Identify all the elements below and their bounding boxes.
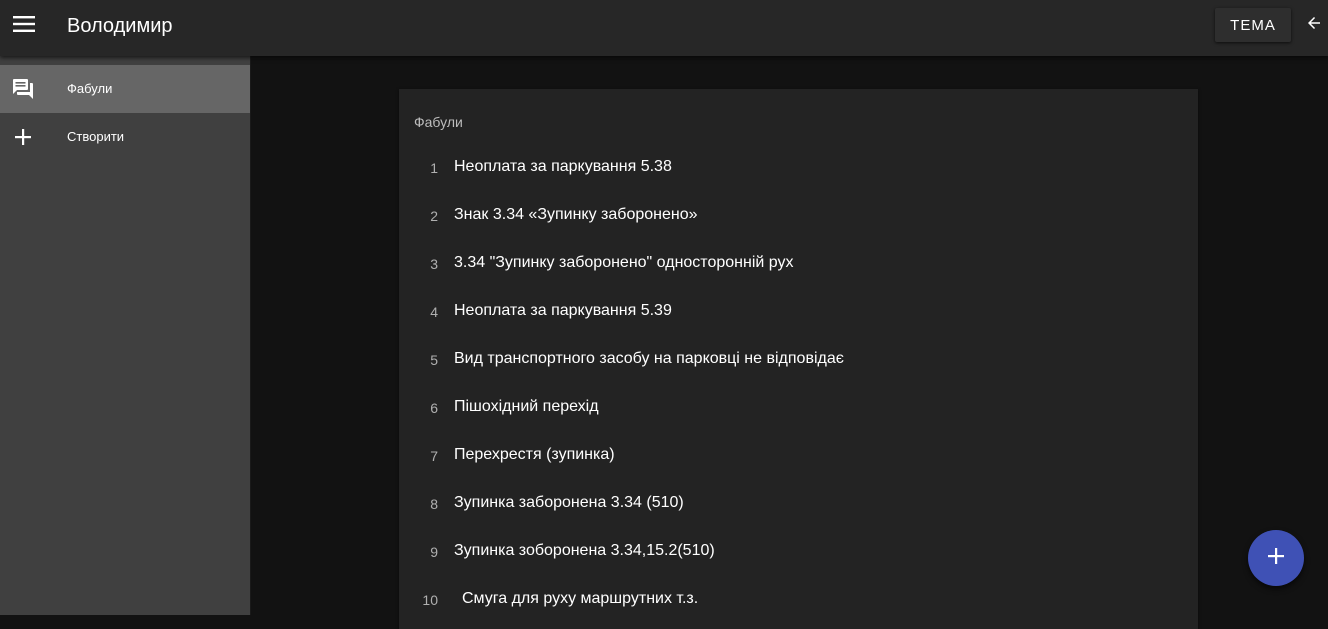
arrow-left-icon <box>1305 14 1323 37</box>
item-text: Пішохідний перехід <box>454 398 599 415</box>
menu-button[interactable] <box>6 8 42 44</box>
hamburger-menu-icon <box>13 15 35 37</box>
list-item[interactable]: 8 Зупинка заборонена 3.34 (510) <box>399 481 1198 529</box>
card-title: Фабули <box>414 114 463 130</box>
sidebar-item-fabuly[interactable]: Фабули <box>0 65 250 113</box>
item-number: 8 <box>430 496 438 512</box>
item-text: Смуга для руху маршрутних т.з. <box>462 590 699 607</box>
fabuly-card: Фабули 1 Неоплата за паркування 5.38 2 З… <box>399 89 1198 629</box>
main-content: Фабули 1 Неоплата за паркування 5.38 2 З… <box>251 56 1328 629</box>
item-number: 3 <box>430 256 438 272</box>
list-item[interactable]: 2 Знак 3.34 «Зупинку заборонено» <box>399 193 1198 241</box>
list-item[interactable]: 3 3.34 "Зупинку заборонено" односторонні… <box>399 241 1198 289</box>
add-fab-button[interactable] <box>1248 530 1304 586</box>
list-item[interactable]: 10 Смуга для руху маршрутних т.з. <box>399 577 1198 625</box>
item-text: Неоплата за паркування 5.38 <box>454 158 672 175</box>
theme-button[interactable]: ТЕМА <box>1215 8 1291 42</box>
list-item[interactable]: 4 Неоплата за паркування 5.39 <box>399 289 1198 337</box>
item-number: 2 <box>430 208 438 224</box>
plus-icon <box>1267 547 1285 570</box>
item-number: 5 <box>430 352 438 368</box>
item-number: 1 <box>430 160 438 176</box>
item-text: Зупинка зоборонена 3.34,15.2(510) <box>454 542 715 559</box>
list-item[interactable]: 6 Пішохідний перехід <box>399 385 1198 433</box>
sidebar-item-create[interactable]: Створити <box>0 113 250 161</box>
app-title: Володимир <box>67 15 173 37</box>
item-text: 3.34 "Зупинку заборонено" односторонній … <box>454 254 794 271</box>
sidebar-item-label: Створити <box>67 129 125 144</box>
app-bar: Володимир ТЕМА <box>0 0 1328 56</box>
item-number: 9 <box>430 544 438 560</box>
fabuly-list: 1 Неоплата за паркування 5.38 2 Знак 3.3… <box>399 145 1198 625</box>
item-number: 10 <box>422 592 438 608</box>
sidebar-item-label: Фабули <box>67 81 113 96</box>
sidebar: Фабули Створити <box>0 56 251 615</box>
item-text: Неоплата за паркування 5.39 <box>454 302 672 319</box>
item-text: Перехрестя (зупинка) <box>454 446 615 463</box>
list-item[interactable]: 5 Вид транспортного засобу на парковці н… <box>399 337 1198 385</box>
item-number: 6 <box>430 400 438 416</box>
item-number: 4 <box>430 304 438 320</box>
item-text: Вид транспортного засобу на парковці не … <box>454 350 844 367</box>
list-item[interactable]: 7 Перехрестя (зупинка) <box>399 433 1198 481</box>
back-button[interactable] <box>1300 10 1328 40</box>
item-text: Знак 3.34 «Зупинку заборонено» <box>454 206 698 223</box>
item-text: Зупинка заборонена 3.34 (510) <box>454 494 684 511</box>
list-item[interactable]: 1 Неоплата за паркування 5.38 <box>399 145 1198 193</box>
plus-icon <box>10 125 36 149</box>
list-item[interactable]: 9 Зупинка зоборонена 3.34,15.2(510) <box>399 529 1198 577</box>
forum-icon <box>10 77 36 101</box>
item-number: 7 <box>430 448 438 464</box>
